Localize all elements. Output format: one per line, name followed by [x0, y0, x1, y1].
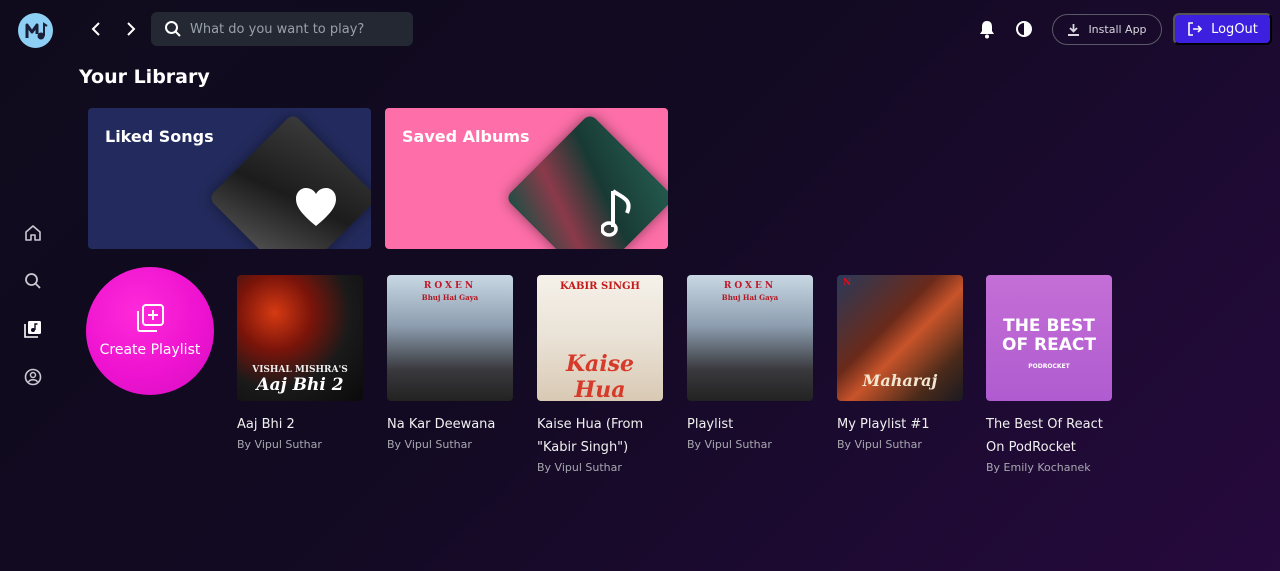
saved-albums-artwork [505, 113, 668, 249]
liked-songs-card[interactable]: Liked Songs [88, 108, 371, 249]
playlist-owner: By Vipul Suthar [237, 438, 322, 451]
cover-subtitle: Bhuj Hai Gaya [421, 293, 479, 302]
playlist-cover: ROXEN Bhuj Hai Gaya [387, 275, 513, 401]
chevron-right-icon [127, 22, 136, 36]
playlist-cover: N Maharaj [837, 275, 963, 401]
playlist-owner: By Vipul Suthar [387, 438, 472, 451]
search-icon [165, 21, 181, 37]
create-playlist-label: Create Playlist [99, 342, 201, 358]
search-bar[interactable] [151, 12, 413, 46]
search-input[interactable] [190, 21, 400, 37]
app-logo[interactable] [18, 13, 53, 48]
playlist-name: Kaise Hua (From "Kabir Singh") [537, 417, 644, 455]
playlist-name: Aaj Bhi 2 [237, 417, 295, 432]
logout-button[interactable]: LogOut [1173, 13, 1272, 45]
page-title: Your Library [79, 66, 210, 88]
logout-label: LogOut [1211, 21, 1258, 37]
profile-icon [24, 368, 42, 386]
playlist-name: The Best Of React On PodRocket [986, 417, 1103, 455]
playlist-cover: THE BEST OF REACT PODROCKET [986, 275, 1112, 401]
playlist-cover: ROXEN Bhuj Hai Gaya [687, 275, 813, 401]
playlist-cover: VISHAL MISHRA'S Aaj Bhi 2 [237, 275, 363, 401]
sidebar-item-search[interactable] [23, 271, 43, 291]
install-app-label: Install App [1088, 23, 1147, 36]
playlist-card[interactable]: VISHAL MISHRA'S Aaj Bhi 2 Aaj Bhi 2 By V… [237, 275, 363, 454]
playlist-name: Na Kar Deewana [387, 417, 496, 432]
add-playlist-icon [137, 304, 164, 332]
cover-title: Maharaj [862, 371, 938, 390]
chevron-left-icon [91, 22, 100, 36]
cover-subtitle: Bhuj Hai Gaya [721, 293, 779, 302]
playlist-owner: By Vipul Suthar [537, 461, 622, 474]
theme-toggle-button[interactable] [1014, 18, 1034, 40]
playlist-cover: KABIR SINGH Kaise Hua [537, 275, 663, 401]
forward-button[interactable] [119, 17, 143, 41]
contrast-icon [1016, 21, 1032, 37]
cover-title: Kaise Hua [565, 351, 635, 401]
playlist-owner: By Emily Kochanek [986, 461, 1091, 474]
cover-subtitle: N [843, 278, 852, 288]
heart-icon [293, 184, 339, 230]
logout-icon [1188, 22, 1203, 36]
cover-title: THE BEST OF REACT [1002, 316, 1096, 355]
library-icon [24, 321, 41, 338]
download-icon [1068, 23, 1080, 36]
saved-albums-card[interactable]: Saved Albums [385, 108, 668, 249]
cover-title: ROXEN [723, 281, 777, 291]
playlist-card[interactable]: N Maharaj My Playlist #1 By Vipul Suthar [837, 275, 963, 454]
playlist-card[interactable]: KABIR SINGH Kaise Hua Kaise Hua (From "K… [537, 275, 663, 477]
home-icon [25, 225, 41, 241]
cover-subtitle: KABIR SINGH [560, 281, 640, 292]
playlist-card[interactable]: ROXEN Bhuj Hai Gaya Playlist By Vipul Su… [687, 275, 813, 454]
create-playlist-button[interactable]: Create Playlist [86, 267, 214, 395]
liked-songs-artwork [208, 113, 371, 249]
playlist-name: My Playlist #1 [837, 417, 930, 432]
notifications-button[interactable] [977, 18, 997, 40]
logo-music-icon [25, 21, 48, 39]
cover-subtitle: PODROCKET [1028, 363, 1070, 370]
liked-songs-title: Liked Songs [105, 127, 214, 146]
playlist-card[interactable]: ROXEN Bhuj Hai Gaya Na Kar Deewana By Vi… [387, 275, 513, 454]
back-button[interactable] [84, 17, 108, 41]
playlist-owner: By Vipul Suthar [837, 438, 922, 451]
music-note-icon [598, 186, 638, 242]
playlist-owner: By Vipul Suthar [687, 438, 772, 451]
bell-icon [980, 21, 994, 39]
sidebar-item-home[interactable] [23, 223, 43, 243]
sidebar-item-library[interactable] [23, 319, 43, 339]
saved-albums-title: Saved Albums [402, 127, 530, 146]
playlist-card[interactable]: THE BEST OF REACT PODROCKET The Best Of … [986, 275, 1112, 477]
sidebar-item-profile[interactable] [23, 367, 43, 387]
cover-title: Aaj Bhi 2 [256, 375, 344, 395]
search-icon [25, 273, 41, 289]
install-app-button[interactable]: Install App [1052, 14, 1162, 45]
cover-title: ROXEN [423, 281, 477, 291]
cover-subtitle: VISHAL MISHRA'S [252, 365, 348, 375]
playlist-name: Playlist [687, 417, 734, 432]
